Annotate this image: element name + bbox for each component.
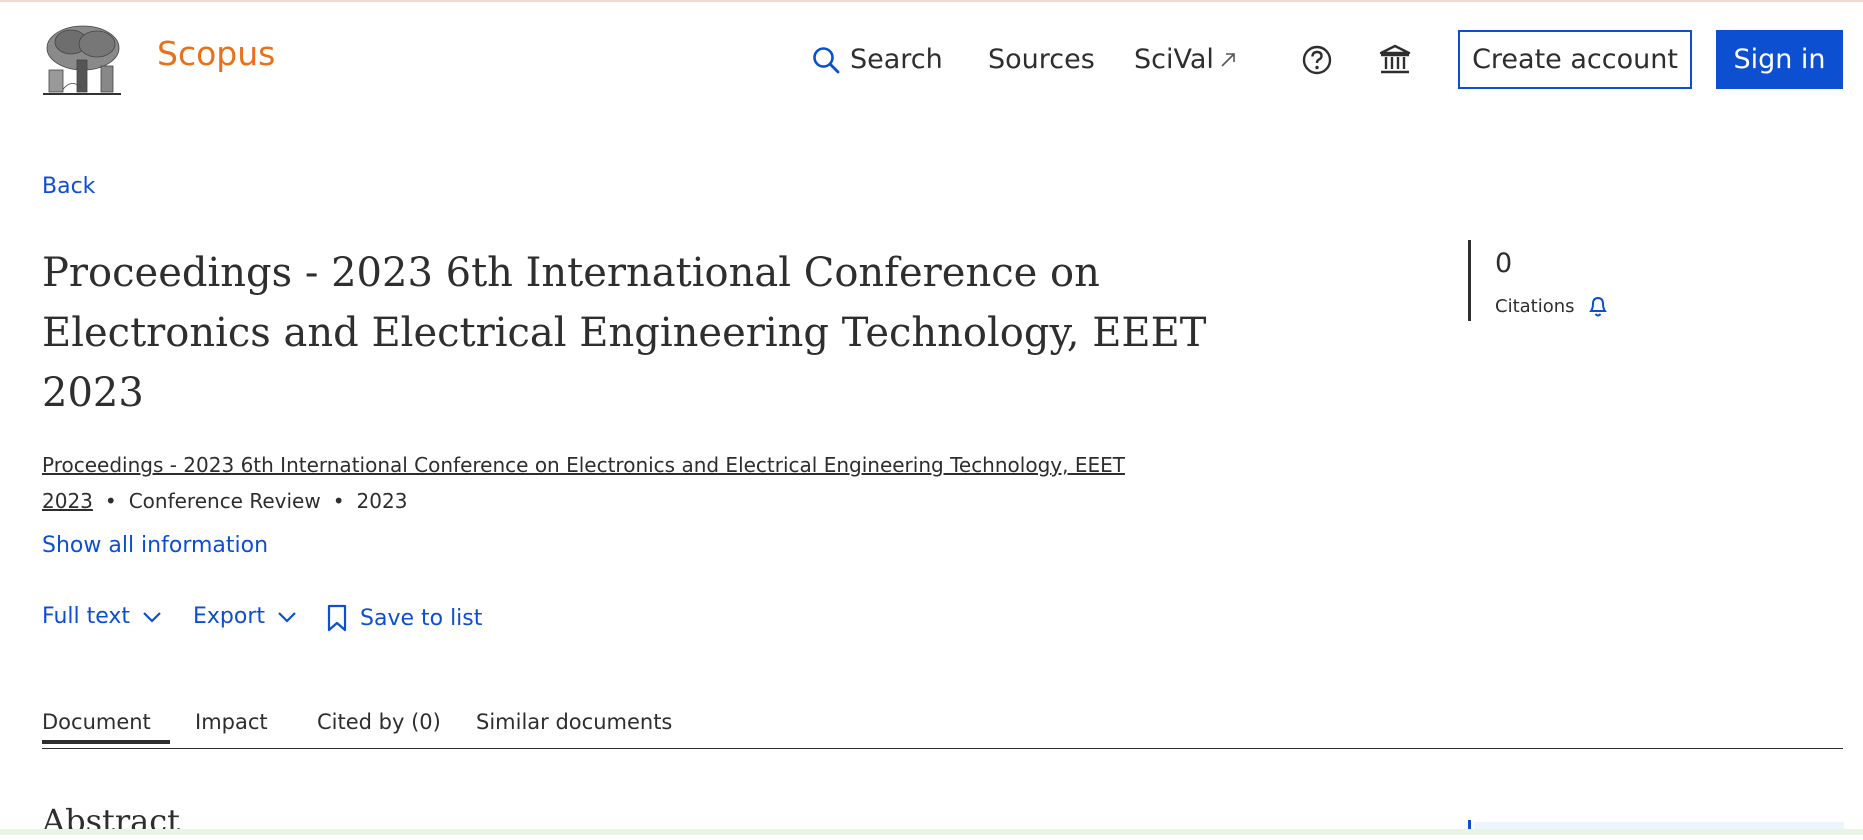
citations-divider (1468, 240, 1471, 321)
tab-document[interactable]: Document (42, 710, 170, 744)
institution-icon[interactable] (1377, 42, 1413, 78)
nav-search[interactable]: Search (812, 44, 943, 75)
document-tabs: Document Impact Cited by (0) Similar doc… (42, 710, 1843, 749)
document-type: Conference Review (128, 489, 321, 513)
chevron-down-icon (278, 611, 296, 623)
document-year: 2023 (356, 489, 408, 513)
meta-separator: • (332, 489, 345, 513)
tab-similar-documents[interactable]: Similar documents (476, 710, 672, 734)
citations-label-row: Citations (1495, 294, 1609, 318)
top-border (0, 0, 1863, 2)
bookmark-icon (327, 604, 347, 632)
meta-separator: • (104, 489, 117, 513)
full-text-button[interactable]: Full text (42, 604, 162, 629)
sign-in-button[interactable]: Sign in (1716, 30, 1843, 89)
search-icon (813, 46, 840, 73)
nav-scival[interactable]: SciVal (1134, 44, 1236, 75)
save-to-list-label: Save to list (360, 605, 483, 631)
nav-search-label: Search (850, 44, 943, 75)
external-link-icon (1221, 52, 1235, 67)
nav-scival-label: SciVal (1134, 44, 1214, 75)
nav-sources[interactable]: Sources (988, 44, 1095, 75)
help-icon[interactable] (1299, 42, 1335, 78)
export-label: Export (193, 604, 266, 629)
document-meta: Proceedings - 2023 6th International Con… (42, 447, 1162, 519)
export-button[interactable]: Export (193, 604, 297, 629)
citations-count: 0 (1495, 248, 1513, 279)
chevron-down-icon (143, 611, 161, 623)
bottom-border (0, 829, 1863, 835)
tab-impact[interactable]: Impact (195, 710, 268, 734)
document-title: Proceedings - 2023 6th International Con… (42, 250, 1207, 416)
save-to-list-button[interactable]: Save to list (326, 604, 482, 632)
show-all-information-link[interactable]: Show all information (42, 533, 268, 558)
full-text-label: Full text (42, 604, 131, 629)
scopus-brand[interactable]: Scopus (157, 34, 275, 73)
elsevier-logo[interactable] (41, 22, 124, 98)
citations-label: Citations (1495, 295, 1575, 317)
bell-icon[interactable] (1587, 294, 1609, 318)
back-link[interactable]: Back (42, 174, 95, 199)
create-account-button[interactable]: Create account (1458, 30, 1692, 89)
tab-cited-by[interactable]: Cited by (0) (317, 710, 441, 734)
